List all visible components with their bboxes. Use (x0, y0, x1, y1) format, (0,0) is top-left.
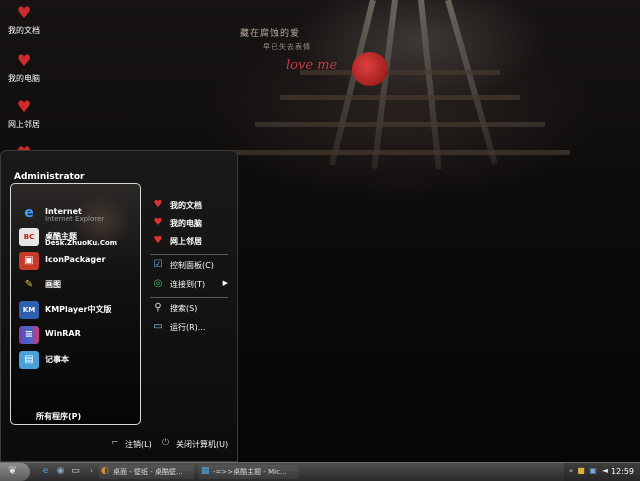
taskbar-button-label: 桌面 - 壁纸 - 桌酷壁... (113, 468, 183, 476)
power-icon: ⏻ (162, 438, 170, 448)
quicklaunch-ie-icon[interactable]: e (40, 466, 51, 477)
logoff-button[interactable]: 注销(L) (125, 439, 152, 450)
desktop-icon-label: 网上邻居 (8, 120, 40, 129)
tool-label: 运行(R)... (170, 323, 206, 332)
folder-heart-icon: ♥ (16, 3, 32, 22)
program-label: 记事本 (45, 355, 69, 364)
system-item-control-panel[interactable]: ☑ 控制面板(C) (148, 257, 232, 273)
wallpaper-caption-2: 早已失去表情 (263, 43, 311, 51)
start-button[interactable]: ❦ (0, 463, 30, 481)
computer-heart-icon: ♥ (153, 217, 163, 228)
place-item-my-documents[interactable]: ♥ 我的文档 (148, 197, 232, 213)
tool-item-search[interactable]: ⚲ 搜索(S) (148, 300, 232, 316)
search-icon: ⚲ (154, 302, 162, 313)
program-item-internet[interactable]: e Internet Internet Explorer (19, 202, 139, 224)
program-label: KMPlayer中文版 (45, 305, 112, 314)
ie-window-icon: ▦ (201, 466, 210, 476)
program-item-notepad[interactable]: ▤ 记事本 (19, 349, 139, 371)
documents-heart-icon: ♥ (153, 199, 163, 210)
program-label: WinRAR (45, 329, 81, 338)
tray-app-icon[interactable]: ■ (576, 466, 586, 476)
system-label: 连接到(T) (170, 280, 206, 289)
wallpaper-rail (445, 0, 498, 165)
connect-icon: ◎ (153, 278, 163, 289)
browser-icon: ◐ (101, 466, 109, 476)
clock[interactable]: 12:59 (611, 467, 634, 476)
network-heart-icon: ♥ (16, 97, 32, 116)
run-icon: ▭ (153, 321, 163, 332)
program-item-zhuoku[interactable]: BC 桌酷主题 Desk.ZhuoKu.Com (19, 226, 139, 248)
start-menu: Administrator e Internet Internet Explor… (0, 150, 238, 462)
submenu-arrow-icon: ▶ (222, 279, 228, 287)
program-item-iconpackager[interactable]: ▣ IconPackager (19, 250, 139, 272)
tool-label: 搜索(S) (170, 304, 198, 313)
wallpaper-heart (352, 52, 388, 86)
menu-separator (150, 254, 228, 255)
place-label: 我的文档 (170, 201, 202, 210)
place-item-my-computer[interactable]: ♥ 我的电脑 (148, 215, 232, 231)
system-item-connect-to[interactable]: ◎ 连接到(T) ▶ (148, 276, 232, 292)
control-panel-icon: ☑ (153, 259, 163, 270)
paint-icon: ✎ (24, 279, 34, 290)
tray-network-icon[interactable]: ▣ (588, 466, 598, 476)
taskbar: ❦ e ◉ ▭ › ◐ 桌面 - 壁纸 - 桌酷壁... ▦ -=>>桌酷主题 … (0, 462, 640, 481)
program-label: IconPackager (45, 255, 106, 264)
logoff-icon: ⌐ (111, 438, 119, 448)
taskbar-button-ie[interactable]: ▦ -=>>桌酷主题 - Mic... (199, 465, 299, 479)
desktop-icon-label: 我的文档 (8, 26, 40, 35)
program-list: e Internet Internet Explorer BC 桌酷主题 Des… (10, 183, 141, 425)
network-heart-icon: ♥ (153, 235, 163, 246)
program-sublabel: Desk.ZhuoKu.Com (45, 239, 118, 247)
taskbar-button-wallpaper[interactable]: ◐ 桌面 - 壁纸 - 桌酷壁... (99, 465, 194, 479)
wallpaper-caption-1: 藏在腐蚀的爱 (240, 29, 301, 39)
quicklaunch-browser-icon[interactable]: ◉ (55, 466, 66, 477)
tool-item-run[interactable]: ▭ 运行(R)... (148, 319, 232, 335)
desktop-icon-my-documents[interactable]: ♥ 我的文档 (2, 4, 46, 36)
kmplayer-icon: KM (19, 301, 39, 319)
place-label: 我的电脑 (170, 219, 202, 228)
menu-separator (150, 297, 228, 298)
quicklaunch-chevron-icon[interactable]: › (86, 466, 97, 477)
tray-volume-icon[interactable]: ◄ (600, 466, 610, 476)
desktop-icon-my-computer[interactable]: ♥ 我的电脑 (2, 52, 46, 84)
taskbar-button-label: -=>>桌酷主题 - Mic... (213, 468, 287, 476)
start-leaf-icon: ❦ (8, 464, 18, 477)
wallpaper-tie (255, 122, 545, 127)
all-programs-button[interactable]: 所有程序(P) (36, 411, 81, 422)
wallpaper-rail (418, 0, 442, 170)
system-label: 控制面板(C) (170, 261, 214, 270)
zhuoku-icon: BC (19, 228, 39, 246)
user-name: Administrator (14, 172, 85, 182)
place-item-network[interactable]: ♥ 网上邻居 (148, 233, 232, 249)
shutdown-button[interactable]: 关闭计算机(U) (176, 439, 228, 450)
ie-icon: e (24, 205, 34, 221)
place-label: 网上邻居 (170, 237, 202, 246)
program-item-kmplayer[interactable]: KM KMPlayer中文版 (19, 299, 139, 321)
tray-expand-icon[interactable]: « (566, 466, 576, 476)
notepad-icon: ▤ (19, 351, 39, 369)
wallpaper-tie (280, 95, 520, 100)
winrar-icon: ≡ (19, 326, 39, 344)
desktop-icon-label: 我的电脑 (8, 74, 40, 83)
program-item-winrar[interactable]: ≡ WinRAR (19, 324, 139, 346)
program-label: 画图 (45, 280, 61, 289)
iconpackager-icon: ▣ (19, 252, 39, 270)
quicklaunch-desktop-icon[interactable]: ▭ (70, 466, 81, 477)
program-item-paint[interactable]: ✎ 画图 (19, 274, 139, 296)
desktop-icon-network[interactable]: ♥ 网上邻居 (2, 98, 46, 130)
wallpaper-love-text: love me (286, 58, 338, 73)
program-sublabel: Internet Explorer (45, 215, 105, 223)
system-tray: « ■ ▣ ◄ 12:59 (564, 463, 640, 481)
computer-heart-icon: ♥ (16, 51, 32, 70)
wallpaper-tie (230, 150, 570, 155)
